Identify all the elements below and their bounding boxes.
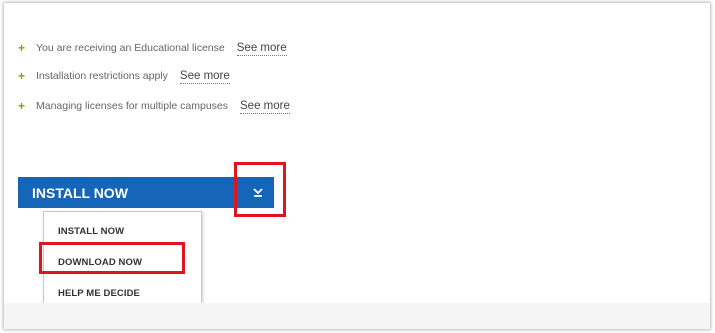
see-more-link[interactable]: See more: [236, 41, 287, 56]
info-item-multiple-campuses: + Managing licenses for multiple campuse…: [18, 97, 290, 115]
plus-icon: +: [18, 41, 26, 55]
info-item-text: Managing licenses for multiple campuses: [36, 100, 229, 112]
see-more-link[interactable]: See more: [179, 69, 230, 84]
chevron-down-icon: [253, 187, 263, 197]
info-item-text: You are receiving an Educational license: [36, 42, 225, 54]
footer-strip: [4, 303, 710, 329]
info-item-educational-license: + You are receiving an Educational licen…: [18, 39, 287, 57]
dropdown-toggle-button[interactable]: [246, 177, 270, 208]
menu-item-help-me-decide[interactable]: HELP ME DECIDE: [58, 288, 140, 299]
menu-item-download-now[interactable]: DOWNLOAD NOW: [58, 257, 142, 268]
plus-icon: +: [18, 99, 26, 113]
install-options-menu: INSTALL NOW DOWNLOAD NOW HELP ME DECIDE: [43, 211, 202, 309]
info-item-installation-restrictions: + Installation restrictions apply See mo…: [18, 67, 230, 85]
install-now-button-label[interactable]: INSTALL NOW: [18, 185, 274, 201]
info-item-text: Installation restrictions apply: [36, 70, 168, 82]
plus-icon: +: [18, 69, 26, 83]
license-panel: + You are receiving an Educational licen…: [4, 3, 710, 329]
install-now-split-button[interactable]: INSTALL NOW: [18, 177, 274, 208]
see-more-link[interactable]: See more: [240, 99, 290, 114]
menu-item-install-now[interactable]: INSTALL NOW: [58, 226, 124, 237]
